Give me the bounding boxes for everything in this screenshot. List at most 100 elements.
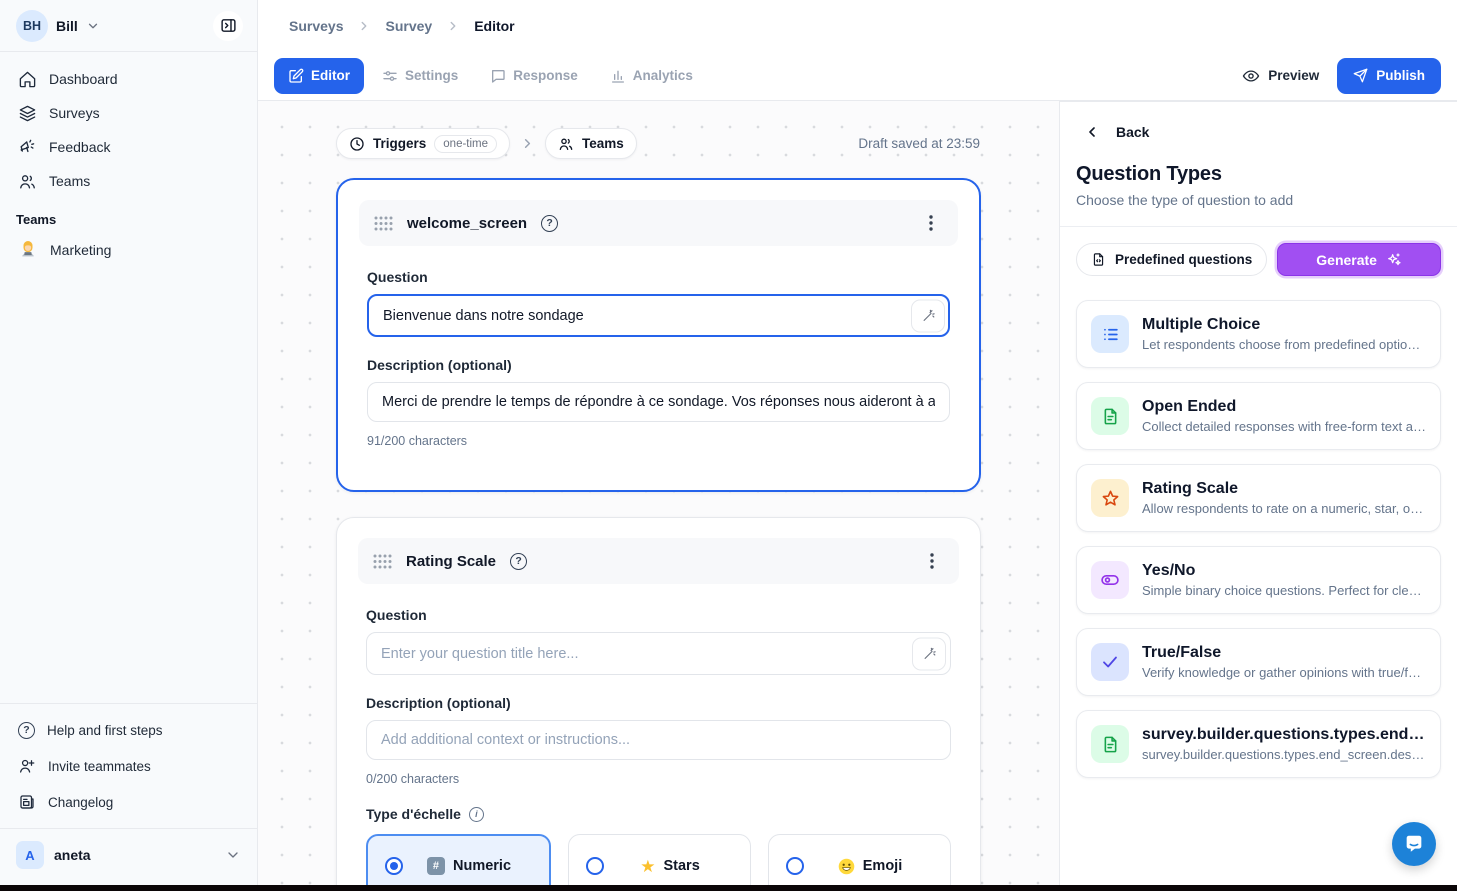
sidebar-item-team-marketing[interactable]: Marketing — [8, 233, 249, 267]
drag-handle-icon[interactable] — [373, 554, 392, 569]
sidebar-item-label: Invite teammates — [48, 759, 151, 774]
drag-handle-icon[interactable] — [374, 216, 393, 231]
kebab-menu-icon[interactable] — [919, 211, 943, 235]
workspace-avatar[interactable]: BH — [16, 10, 48, 42]
magic-wand-button[interactable] — [912, 637, 946, 670]
tab-settings[interactable]: Settings — [368, 58, 472, 94]
star-emoji-icon: ★ — [640, 858, 655, 875]
question-title-input[interactable] — [366, 632, 951, 675]
sidebar-item-invite[interactable]: Invite teammates — [8, 748, 249, 784]
question-types-panel: Back Question Types Choose the type of q… — [1059, 101, 1457, 885]
preview-label: Preview — [1268, 68, 1319, 83]
predefined-questions-button[interactable]: Predefined questions — [1076, 243, 1267, 276]
tab-label: Editor — [311, 68, 350, 83]
sidebar-item-label: Teams — [49, 173, 90, 189]
question-title-input[interactable] — [367, 294, 950, 337]
workspace-name[interactable]: Bill — [56, 18, 78, 34]
type-title: survey.builder.questions.types.end_scr..… — [1142, 726, 1426, 744]
sidebar-item-help[interactable]: ? Help and first steps — [8, 712, 249, 748]
radio-unselected[interactable] — [786, 857, 804, 875]
chevron-down-icon — [86, 19, 100, 33]
back-button[interactable]: Back — [1076, 124, 1441, 140]
sidebar-item-teams[interactable]: Teams — [8, 164, 249, 198]
publish-button[interactable]: Publish — [1337, 58, 1441, 94]
account-switcher[interactable]: A aneta — [0, 829, 257, 885]
chevron-right-icon — [520, 136, 535, 151]
help-circle-icon[interactable]: ? — [510, 553, 527, 570]
tab-editor[interactable]: Editor — [274, 58, 364, 94]
magic-wand-icon — [922, 646, 937, 661]
sidebar-item-label: Help and first steps — [47, 723, 163, 738]
chevron-right-icon — [446, 19, 460, 33]
triggers-chip[interactable]: Triggers one-time — [336, 128, 510, 159]
card-header: Rating Scale ? — [358, 538, 959, 584]
panel-title: Question Types — [1076, 163, 1441, 186]
tab-analytics[interactable]: Analytics — [596, 58, 707, 94]
scale-option-stars[interactable]: ★ Stars — [568, 834, 751, 885]
type-description: Allow respondents to rate on a numeric, … — [1142, 501, 1426, 516]
type-card-true-false[interactable]: True/False Verify knowledge or gather op… — [1076, 628, 1441, 696]
help-circle-icon: ? — [18, 722, 35, 739]
home-icon — [18, 70, 37, 89]
sidebar-item-dashboard[interactable]: Dashboard — [8, 62, 249, 96]
type-description: Let respondents choose from predefined o… — [1142, 337, 1426, 352]
breadcrumb-surveys[interactable]: Surveys — [289, 18, 343, 34]
type-title: Open Ended — [1142, 398, 1426, 416]
breadcrumb-editor: Editor — [474, 18, 514, 34]
description-label: Description (optional) — [367, 357, 950, 373]
sidebar-item-changelog[interactable]: Changelog — [8, 784, 249, 820]
question-description-input[interactable] — [366, 720, 951, 760]
bar-chart-icon — [610, 68, 626, 84]
type-card-yes-no[interactable]: Yes/No Simple binary choice questions. P… — [1076, 546, 1441, 614]
breadcrumb-survey[interactable]: Survey — [385, 18, 432, 34]
info-icon[interactable]: i — [469, 807, 484, 822]
editor-canvas: Triggers one-time Teams Draft saved at 2… — [258, 101, 1059, 885]
panel-divider — [1060, 226, 1457, 227]
tab-label: Analytics — [633, 68, 693, 83]
type-card-end-screen[interactable]: survey.builder.questions.types.end_scr..… — [1076, 710, 1441, 778]
type-title: Multiple Choice — [1142, 316, 1426, 334]
scale-option-emoji[interactable]: Emoji — [768, 834, 951, 885]
card-title: Rating Scale — [406, 553, 496, 570]
account-avatar: A — [16, 841, 44, 869]
magic-wand-button[interactable] — [911, 299, 945, 332]
changelog-icon — [18, 793, 36, 811]
generate-label: Generate — [1316, 252, 1377, 268]
radio-unselected[interactable] — [586, 857, 604, 875]
sidebar-item-feedback[interactable]: Feedback — [8, 130, 249, 164]
trigger-frequency-badge: one-time — [434, 135, 497, 153]
question-card-welcome-screen[interactable]: welcome_screen ? Question Description (o… — [336, 178, 981, 492]
panel-subtitle: Choose the type of question to add — [1076, 192, 1441, 208]
publish-label: Publish — [1376, 68, 1425, 83]
type-description: Verify knowledge or gather opinions with… — [1142, 665, 1426, 680]
file-code-icon — [1091, 252, 1106, 267]
sparkles-icon — [1386, 252, 1402, 268]
sidebar-item-surveys[interactable]: Surveys — [8, 96, 249, 130]
teams-chip[interactable]: Teams — [545, 128, 637, 159]
radio-selected[interactable] — [385, 857, 403, 875]
type-title: Yes/No — [1142, 562, 1426, 580]
scale-option-label: Emoji — [863, 858, 902, 874]
collapse-sidebar-button[interactable] — [213, 11, 243, 41]
scale-type-label: Type d'échelle i — [366, 806, 951, 822]
sidebar-item-label: Changelog — [48, 795, 113, 810]
scale-option-label: Stars — [663, 858, 699, 874]
type-card-multiple-choice[interactable]: Multiple Choice Let respondents choose f… — [1076, 300, 1441, 368]
preview-button[interactable]: Preview — [1228, 58, 1333, 94]
smiley-emoji-icon — [838, 858, 855, 875]
toggle-icon — [1091, 561, 1129, 599]
generate-button[interactable]: Generate — [1277, 243, 1441, 276]
description-label: Description (optional) — [366, 695, 951, 711]
sidebar-nav: Dashboard Surveys Feedback Teams — [0, 52, 257, 198]
kebab-menu-icon[interactable] — [920, 549, 944, 573]
type-card-rating-scale[interactable]: Rating Scale Allow respondents to rate o… — [1076, 464, 1441, 532]
scale-option-numeric[interactable]: # Numeric — [366, 834, 551, 885]
tab-response[interactable]: Response — [476, 58, 592, 94]
type-card-open-ended[interactable]: Open Ended Collect detailed responses wi… — [1076, 382, 1441, 450]
sidebar-footer: ? Help and first steps Invite teammates … — [0, 703, 257, 885]
char-count: 0/200 characters — [366, 772, 951, 786]
question-card-rating-scale[interactable]: Rating Scale ? Question Description (opt… — [336, 517, 981, 885]
question-description-input[interactable] — [367, 382, 950, 422]
chat-launcher-button[interactable] — [1392, 822, 1436, 866]
help-circle-icon[interactable]: ? — [541, 215, 558, 232]
